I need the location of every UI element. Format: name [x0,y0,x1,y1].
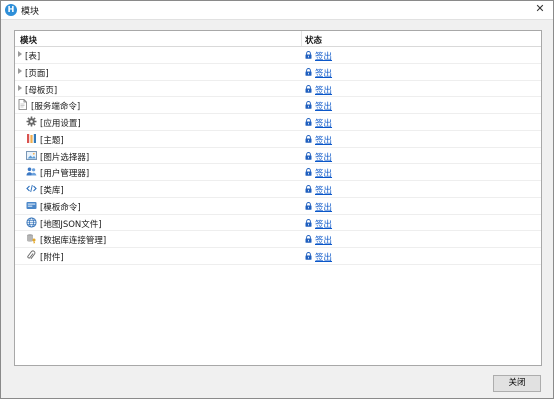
table-row[interactable]: [页面] 签出 [15,64,541,81]
table-row[interactable]: [母板页] 签出 [15,81,541,98]
table-row[interactable]: [应用设置] 签出 [15,114,541,131]
grid-header: 模块 状态 [15,31,541,47]
app-logo-icon: H [5,4,17,16]
checkout-link[interactable]: 签出 [315,134,332,146]
code-icon [26,183,37,194]
checkout-link[interactable]: 签出 [315,234,332,246]
checkout-link[interactable]: 签出 [315,67,332,79]
table-row[interactable]: [主题] 签出 [15,131,541,148]
expand-arrow-icon[interactable] [18,51,22,57]
lock-icon [305,201,312,210]
table-row[interactable]: [服务端命令] 签出 [15,97,541,114]
checkout-link[interactable]: 签出 [315,251,332,263]
module-name: [服务端命令] [31,102,81,113]
lock-icon [305,118,312,126]
users-icon [26,166,37,177]
lock-icon [305,235,312,243]
table-row[interactable]: [图片选择器] 签出 [15,148,541,165]
lock-icon [305,84,312,93]
checkout-link[interactable]: 签出 [315,218,332,230]
checkout-link[interactable]: 签出 [315,50,332,62]
module-name: [表] [25,52,41,62]
checkout-link[interactable]: 签出 [315,201,332,213]
module-dialog: H 模块 ✕ 模块 状态 [表] 签出 [页面] 签出 [母板页] 签出 [服务端命令] 签出… [0,0,554,399]
table-row[interactable]: [附件] 签出 [15,248,541,265]
module-name: [图片选择器] [40,152,90,163]
module-name: [母板页] [25,85,58,96]
column-divider[interactable] [301,31,302,46]
module-name: [类库] [40,186,64,196]
template-icon [26,200,37,211]
globe-icon [26,216,37,228]
table-row[interactable]: [用户管理器] 签出 [15,164,541,181]
module-name: [附件] [40,253,64,263]
table-row[interactable]: [表] 签出 [15,47,541,64]
module-rows: [表] 签出 [页面] 签出 [母板页] 签出 [服务端命令] 签出 [应用设置] 签出 [主题] 签… [15,47,541,265]
window-close-icon[interactable]: ✕ [533,2,547,16]
module-list-panel: 模块 状态 [表] 签出 [页面] 签出 [母板页] 签出 [服务端命令] 签出 [应用设置] 签… [14,30,542,366]
lock-icon [305,67,312,76]
theme-icon [26,133,37,144]
close-button[interactable]: 关闭 [493,375,541,392]
checkout-link[interactable]: 签出 [315,184,332,196]
window-title: 模块 [21,7,40,17]
expand-arrow-icon[interactable] [18,84,22,91]
lock-icon [305,218,312,227]
module-name: [用户管理器] [40,169,90,180]
lock-icon [305,151,312,160]
module-name: [数据库连接管理] [40,236,107,247]
checkout-link[interactable]: 签出 [315,84,332,96]
lock-icon [305,134,312,143]
image-icon [26,150,37,161]
lock-icon [305,101,312,109]
title-bar: H 模块 ✕ [1,1,553,20]
module-column-header[interactable]: 模块 [20,34,37,46]
checkout-link[interactable]: 签出 [315,117,332,129]
table-row[interactable]: [地图JSON文件] 签出 [15,215,541,232]
module-name: [主题] [40,135,64,146]
document-icon [17,99,28,111]
module-name: [页面] [25,68,49,79]
paperclip-icon [26,250,37,261]
table-row[interactable]: [模板命令] 签出 [15,198,541,215]
lock-icon [305,168,312,176]
module-name: [地图JSON文件] [40,219,102,230]
gear-icon [26,116,37,127]
lock-icon [305,51,312,59]
status-column-header[interactable]: 状态 [305,34,322,46]
lock-icon [305,185,312,193]
table-row[interactable]: [类库] 签出 [15,181,541,198]
checkout-link[interactable]: 签出 [315,100,332,112]
module-name: [模板命令] [40,202,81,213]
database-key-icon [26,233,37,244]
table-row[interactable]: [数据库连接管理] 签出 [15,231,541,248]
checkout-link[interactable]: 签出 [315,151,332,163]
lock-icon [305,252,312,260]
checkout-link[interactable]: 签出 [315,167,332,179]
module-name: [应用设置] [40,119,81,129]
expand-arrow-icon[interactable] [18,67,22,74]
